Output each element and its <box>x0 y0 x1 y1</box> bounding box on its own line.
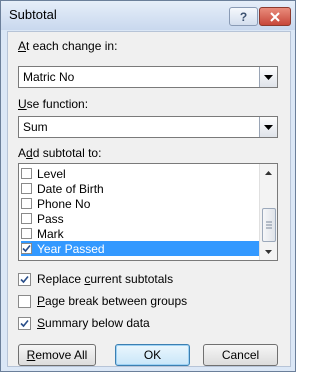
checkbox[interactable] <box>21 168 32 179</box>
checkbox[interactable] <box>18 294 31 308</box>
checkbox[interactable] <box>21 198 32 209</box>
summary-below-data-option[interactable]: Summary below data <box>18 315 150 331</box>
cancel-button[interactable]: Cancel <box>203 344 278 366</box>
dialog-title: Subtotal <box>9 7 57 22</box>
help-icon: ? <box>239 9 248 24</box>
use-function-select[interactable]: Sum <box>18 116 278 138</box>
list-item-level[interactable]: Level <box>21 166 259 181</box>
list-item-pass[interactable]: Pass <box>21 211 259 226</box>
dialog-body: At each change in: Matric No Use functio… <box>7 31 291 367</box>
use-function-value: Sum <box>23 120 48 134</box>
list-item-year-passed[interactable]: Year Passed <box>21 241 259 256</box>
checkbox[interactable] <box>21 183 32 194</box>
add-subtotal-label: Add subtotal to: <box>18 146 102 160</box>
ok-button[interactable]: OK <box>115 344 190 366</box>
each-change-label: At each change in: <box>18 39 118 53</box>
checkbox-checked[interactable] <box>18 316 31 330</box>
replace-current-subtotals-option[interactable]: Replace current subtotals <box>18 271 173 287</box>
page-break-option[interactable]: Page break between groups <box>18 293 187 309</box>
chevron-down-icon[interactable] <box>259 117 277 137</box>
checkbox[interactable] <box>21 213 32 224</box>
each-change-select[interactable]: Matric No <box>18 66 278 88</box>
help-button[interactable]: ? <box>229 7 258 26</box>
use-function-label: Use function: <box>18 97 89 111</box>
remove-all-button[interactable]: Remove All <box>18 344 96 366</box>
chevron-down-icon[interactable] <box>259 67 277 87</box>
subtotal-dialog: Subtotal ? At each change in: Matric No … <box>0 0 296 372</box>
close-button[interactable] <box>259 7 291 26</box>
scroll-up-icon[interactable] <box>260 164 277 181</box>
list-item-mark[interactable]: Mark <box>21 226 259 241</box>
add-subtotal-list[interactable]: Level Date of Birth Phone No Pass Mark Y… <box>18 163 278 261</box>
scroll-thumb[interactable] <box>262 208 276 242</box>
title-bar[interactable]: Subtotal ? <box>1 1 295 30</box>
each-change-value: Matric No <box>23 70 75 84</box>
list-scrollbar[interactable] <box>259 164 277 260</box>
close-icon <box>270 11 280 22</box>
checkmark-icon <box>20 319 29 327</box>
list-item-phone-no[interactable]: Phone No <box>21 196 259 211</box>
list-item-date-of-birth[interactable]: Date of Birth <box>21 181 259 196</box>
checkbox-checked[interactable] <box>18 272 31 286</box>
checkbox-checked[interactable] <box>21 243 32 254</box>
checkbox[interactable] <box>21 228 32 239</box>
checkmark-icon <box>22 244 31 253</box>
scroll-down-icon[interactable] <box>260 243 277 260</box>
checkmark-icon <box>20 275 29 283</box>
